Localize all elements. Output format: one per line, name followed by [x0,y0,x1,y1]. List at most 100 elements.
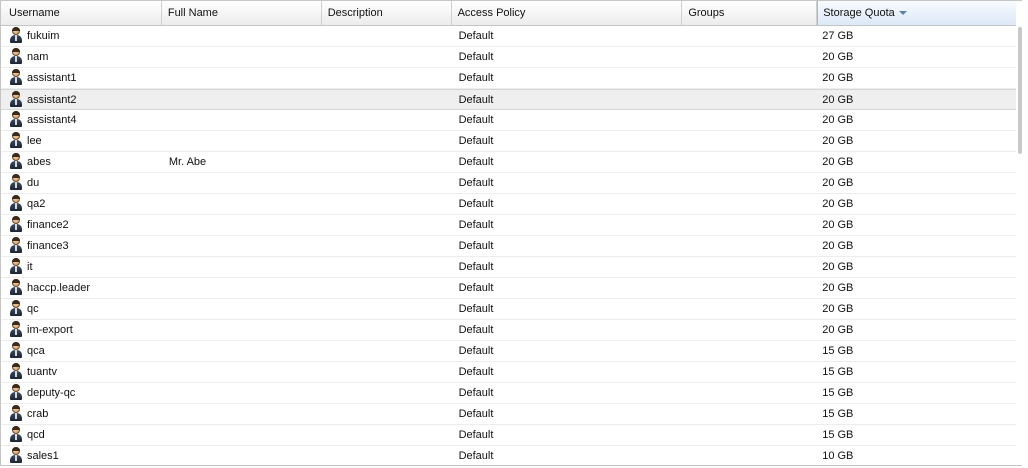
user-icon [9,153,23,169]
cell-username-text: abes [27,156,51,168]
scrollbar-thumb[interactable] [1018,27,1022,154]
cell-description [322,236,452,256]
cell-storage-quota: 20 GB [817,215,1022,235]
user-icon [9,195,23,211]
cell-description [322,341,452,361]
cell-access-policy: Default [452,194,683,214]
table-row[interactable]: haccp.leader Default 20 GB [1,278,1022,299]
table-row[interactable]: du Default 20 GB [1,173,1022,194]
cell-storage-quota-text: 20 GB [822,282,854,294]
cell-username-text: fukuim [27,30,60,42]
table-row[interactable]: finance3 Default 20 GB [1,236,1022,257]
table-row[interactable]: sales1 Default 10 GB [1,446,1022,465]
cell-storage-quota-text: 20 GB [822,198,854,210]
user-icon [9,447,23,463]
table-row[interactable]: qc Default 20 GB [1,299,1022,320]
cell-full-name-text: Mr. Abe [168,156,207,168]
cell-description [322,152,452,172]
cell-username: nam [1,47,162,67]
user-icon [9,27,23,43]
cell-groups [682,383,817,403]
table-row[interactable]: im-export Default 20 GB [1,320,1022,341]
cell-description [322,257,452,277]
cell-full-name [162,110,322,130]
table-row[interactable]: abes Mr. Abe Default 20 GB [1,152,1022,173]
cell-access-policy: Default [452,383,683,403]
cell-groups [682,194,817,214]
cell-username-text: im-export [27,324,73,336]
table-row[interactable]: tuantv Default 15 GB [1,362,1022,383]
cell-access-policy-text: Default [458,240,494,252]
column-header-description[interactable]: Description [322,1,452,25]
cell-username-text: assistant1 [27,72,77,84]
cell-full-name [162,47,322,67]
column-header-full-name[interactable]: Full Name [162,1,322,25]
cell-storage-quota-text: 20 GB [822,51,854,63]
cell-full-name [162,90,322,109]
cell-groups [682,131,817,151]
cell-access-policy: Default [452,341,683,361]
cell-username: lee [1,131,162,151]
user-icon [9,300,23,316]
cell-full-name [162,404,322,424]
user-icon [9,384,23,400]
cell-storage-quota-text: 10 GB [822,450,854,462]
cell-username: qc [1,299,162,319]
cell-access-policy-text: Default [458,30,494,42]
cell-storage-quota: 15 GB [817,341,1022,361]
table-row[interactable]: it Default 20 GB [1,257,1022,278]
table-row[interactable]: qa2 Default 20 GB [1,194,1022,215]
table-row[interactable]: nam Default 20 GB [1,47,1022,68]
table-row[interactable]: qca Default 15 GB [1,341,1022,362]
cell-access-policy-text: Default [458,429,494,441]
cell-description [322,404,452,424]
cell-full-name [162,362,322,382]
column-header-label: Username [9,7,60,19]
cell-description [322,68,452,88]
cell-storage-quota-text: 15 GB [822,366,854,378]
cell-description [322,299,452,319]
user-icon [9,258,23,274]
cell-description [322,47,452,67]
cell-access-policy: Default [452,446,683,465]
column-header-groups[interactable]: Groups [682,1,818,25]
table-row[interactable]: assistant4 Default 20 GB [1,110,1022,131]
user-icon [9,363,23,379]
cell-groups [682,215,817,235]
column-header-username[interactable]: Username [1,1,162,25]
cell-username: assistant1 [1,68,162,88]
cell-access-policy: Default [452,299,683,319]
sort-descending-icon[interactable] [898,11,907,16]
cell-access-policy-text: Default [458,114,494,126]
cell-groups [682,68,817,88]
cell-storage-quota: 20 GB [817,194,1022,214]
cell-access-policy-text: Default [458,282,494,294]
cell-groups [682,320,817,340]
column-header-access-policy[interactable]: Access Policy [452,1,683,25]
table-row[interactable]: finance2 Default 20 GB [1,215,1022,236]
cell-description [322,383,452,403]
cell-description [322,173,452,193]
cell-description [322,110,452,130]
cell-groups [682,152,817,172]
cell-storage-quota: 20 GB [817,320,1022,340]
table-row[interactable]: fukuim Default 27 GB [1,26,1022,47]
table-row[interactable]: crab Default 15 GB [1,404,1022,425]
cell-storage-quota: 20 GB [817,299,1022,319]
cell-full-name [162,299,322,319]
cell-username: deputy-qc [1,383,162,403]
cell-description [322,362,452,382]
cell-access-policy: Default [452,257,683,277]
vertical-scrollbar[interactable] [1016,1,1022,465]
table-row[interactable]: lee Default 20 GB [1,131,1022,152]
table-row[interactable]: assistant1 Default 20 GB [1,68,1022,89]
table-row[interactable]: qcd Default 15 GB [1,425,1022,446]
cell-storage-quota-text: 20 GB [822,261,854,273]
column-header-label: Access Policy [457,7,526,19]
cell-username-text: qa2 [27,198,46,210]
cell-username: qa2 [1,194,162,214]
cell-access-policy-text: Default [458,387,494,399]
table-row[interactable]: deputy-qc Default 15 GB [1,383,1022,404]
column-header-storage-quota[interactable]: Storage Quota [817,1,1022,25]
table-row[interactable]: assistant2 Default 20 GB [1,89,1022,110]
